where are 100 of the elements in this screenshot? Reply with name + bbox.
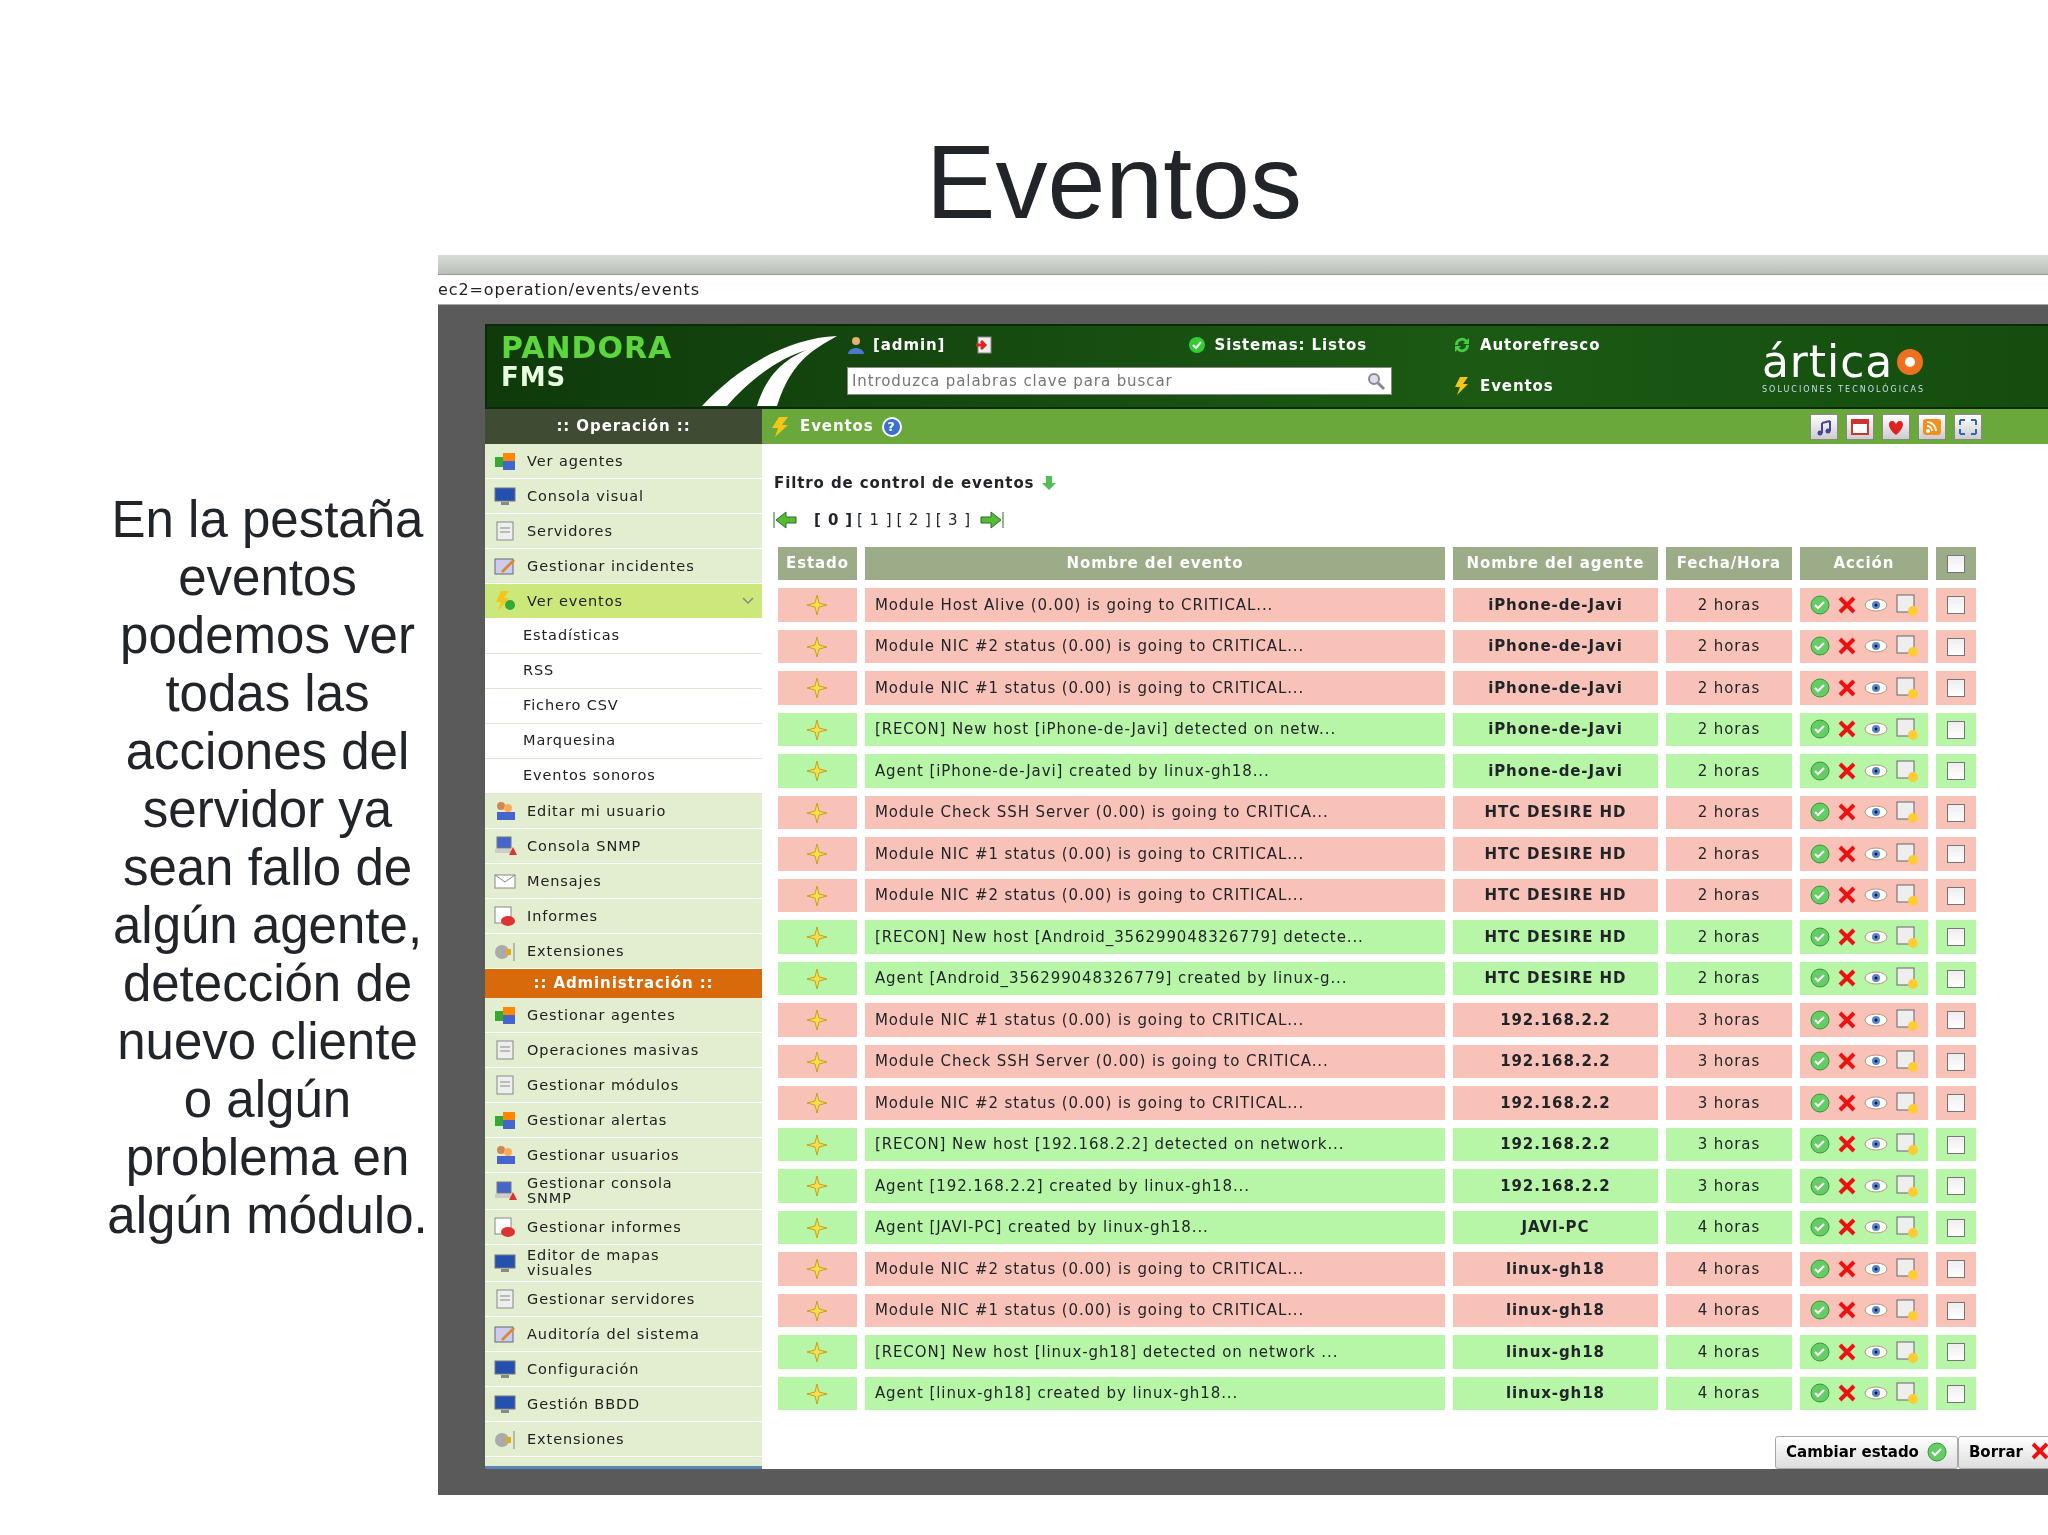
page-link[interactable]: [ 1 ]: [855, 510, 895, 529]
sidebar-item[interactable]: Informes: [485, 899, 762, 934]
arrow-down-icon[interactable]: [1042, 476, 1057, 491]
eye-icon[interactable]: [1863, 1054, 1888, 1069]
check-icon[interactable]: [1809, 594, 1830, 615]
note-icon[interactable]: [1895, 1091, 1918, 1114]
search-icon[interactable]: [1366, 370, 1386, 391]
checkbox[interactable]: [1946, 1094, 1965, 1112]
delete-icon[interactable]: [1837, 927, 1856, 946]
sidebar-item[interactable]: Consola SNMP: [485, 829, 762, 864]
checkbox[interactable]: [1946, 637, 1965, 656]
note-icon[interactable]: [1895, 1257, 1918, 1280]
page-link[interactable]: [ 0 ]: [812, 510, 856, 529]
sidebar-item[interactable]: Editar mi usuario: [485, 794, 762, 829]
delete-icon[interactable]: [1837, 1342, 1856, 1361]
note-icon[interactable]: [1895, 676, 1918, 699]
delete-icon[interactable]: [1837, 1384, 1856, 1403]
note-icon[interactable]: [1895, 1174, 1918, 1197]
check-icon[interactable]: [1809, 1300, 1830, 1321]
sidebar-item[interactable]: Gestionar módulos: [485, 1068, 762, 1103]
delete-icon[interactable]: [1837, 1301, 1856, 1320]
delete-icon[interactable]: [1837, 803, 1856, 822]
eye-icon[interactable]: [1863, 1303, 1888, 1318]
delete-icon[interactable]: [1837, 1052, 1856, 1071]
eye-icon[interactable]: [1863, 597, 1888, 612]
delete-icon[interactable]: [1837, 678, 1856, 697]
note-icon[interactable]: [1895, 1050, 1918, 1073]
eye-icon[interactable]: [1863, 722, 1888, 737]
eye-icon[interactable]: [1863, 1095, 1888, 1110]
checkbox[interactable]: [1946, 1135, 1965, 1154]
note-icon[interactable]: [1895, 967, 1918, 990]
delete-icon[interactable]: [1837, 720, 1856, 739]
delete-icon[interactable]: [1837, 595, 1856, 614]
page-link[interactable]: [ 3 ]: [933, 510, 973, 529]
check-icon[interactable]: [1809, 1009, 1830, 1030]
sidebar-item[interactable]: Servidores: [485, 514, 762, 549]
eye-icon[interactable]: [1863, 1012, 1888, 1027]
delete-button[interactable]: Borrar: [1957, 1436, 2048, 1469]
submenu-item[interactable]: Estadísticas: [485, 619, 762, 654]
checkbox[interactable]: [1946, 720, 1965, 739]
check-icon[interactable]: [1809, 802, 1830, 823]
check-icon[interactable]: [1809, 1341, 1830, 1362]
eye-icon[interactable]: [1863, 763, 1888, 778]
sidebar-item[interactable]: Configuración: [485, 1352, 762, 1387]
delete-icon[interactable]: [1837, 969, 1856, 988]
eye-icon[interactable]: [1863, 1386, 1888, 1401]
delete-icon[interactable]: [1837, 886, 1856, 905]
eye-icon[interactable]: [1863, 639, 1888, 654]
sidebar-item[interactable]: Ver eventos: [485, 584, 762, 619]
checkbox[interactable]: [1946, 554, 1965, 573]
eye-icon[interactable]: [1863, 1220, 1888, 1235]
delete-icon[interactable]: [1837, 1093, 1856, 1112]
eye-icon[interactable]: [1863, 805, 1888, 820]
change-status-button[interactable]: Cambiar estado: [1775, 1436, 1958, 1469]
sidebar-item[interactable]: Gestionar agentes: [485, 998, 762, 1033]
checkbox[interactable]: [1946, 803, 1965, 822]
eye-icon[interactable]: [1863, 846, 1888, 861]
checkbox[interactable]: [1946, 886, 1965, 905]
note-icon[interactable]: [1895, 801, 1918, 824]
checkbox[interactable]: [1946, 1011, 1965, 1029]
events-link[interactable]: Eventos: [1480, 374, 1554, 397]
check-icon[interactable]: [1809, 1092, 1830, 1113]
check-icon[interactable]: [1809, 885, 1830, 906]
checkbox[interactable]: [1946, 1052, 1965, 1071]
eye-icon[interactable]: [1863, 888, 1888, 903]
sidebar-item[interactable]: Gestionar consola SNMP: [485, 1173, 762, 1210]
checkbox[interactable]: [1946, 1384, 1965, 1403]
check-icon[interactable]: [1809, 968, 1830, 989]
eye-icon[interactable]: [1863, 929, 1888, 944]
checkbox[interactable]: [1946, 1301, 1965, 1320]
autorefresh-link[interactable]: Autorefresco: [1480, 334, 1601, 357]
submenu-item[interactable]: Marquesina: [485, 724, 762, 759]
checkbox[interactable]: [1946, 1260, 1965, 1278]
search-field[interactable]: Introduzca palabras clave para buscar: [847, 366, 1392, 395]
checkbox[interactable]: [1946, 679, 1965, 697]
check-icon[interactable]: [1809, 677, 1830, 698]
last-page-icon[interactable]: [979, 509, 1005, 530]
note-icon[interactable]: [1895, 1008, 1918, 1031]
delete-icon[interactable]: [1837, 637, 1856, 656]
check-icon[interactable]: [1809, 1383, 1830, 1404]
eye-icon[interactable]: [1863, 680, 1888, 695]
checkbox[interactable]: [1946, 969, 1965, 988]
note-icon[interactable]: [1895, 1299, 1918, 1322]
note-icon[interactable]: [1895, 593, 1918, 616]
checkbox[interactable]: [1946, 1343, 1965, 1361]
checkbox[interactable]: [1946, 1177, 1965, 1195]
check-icon[interactable]: [1809, 1217, 1830, 1238]
note-icon[interactable]: [1895, 842, 1918, 865]
rss-icon[interactable]: [1921, 416, 1943, 437]
submenu-item[interactable]: RSS: [485, 654, 762, 689]
sidebar-item[interactable]: Gestionar informes: [485, 1210, 762, 1245]
delete-icon[interactable]: [1837, 1176, 1856, 1195]
eye-icon[interactable]: [1863, 1344, 1888, 1359]
help-icon[interactable]: ?: [881, 416, 902, 437]
check-icon[interactable]: [1809, 636, 1830, 657]
sidebar-item[interactable]: Extensiones: [485, 1422, 762, 1457]
delete-icon[interactable]: [1837, 1010, 1856, 1029]
note-icon[interactable]: [1895, 925, 1918, 948]
note-icon[interactable]: [1895, 635, 1918, 658]
checkbox[interactable]: [1946, 762, 1965, 780]
